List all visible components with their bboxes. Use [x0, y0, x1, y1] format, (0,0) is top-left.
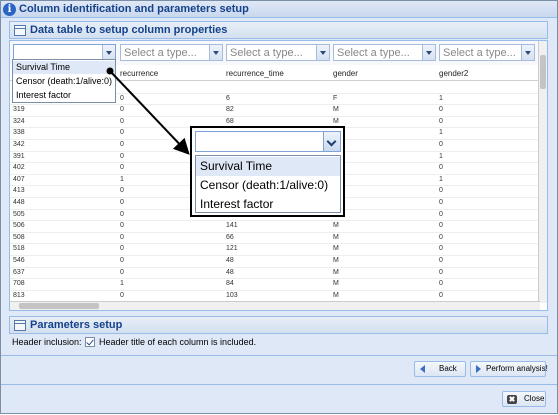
perform-analysis-label: Perform analysis!	[486, 364, 548, 373]
zoomed-option-survival-time[interactable]: Survival Time	[196, 157, 340, 176]
header-inclusion-label: Header inclusion:	[12, 337, 82, 347]
params-panel-body: Header inclusion: Header title of each c…	[9, 335, 548, 353]
perform-analysis-button[interactable]: Perform analysis!	[470, 361, 548, 377]
close-icon	[507, 395, 517, 404]
arrow-left-icon	[420, 365, 425, 373]
params-panel-header[interactable]: Parameters setup	[9, 316, 548, 334]
chevron-down-icon[interactable]	[323, 132, 340, 151]
back-button[interactable]: Back	[414, 361, 466, 377]
header-inclusion-checkbox-label[interactable]: Header title of each column is included.	[99, 337, 256, 347]
zoomed-option-censor[interactable]: Censor (death:1/alive:0)	[196, 176, 340, 195]
divider	[1, 384, 557, 385]
params-panel-title: Parameters setup	[30, 319, 123, 331]
zoomed-option-interest-factor[interactable]: Interest factor	[196, 195, 340, 214]
zoomed-combo[interactable]	[195, 131, 341, 152]
header-inclusion-checkbox[interactable]	[85, 337, 95, 347]
table-icon	[14, 320, 26, 331]
close-button[interactable]: Close	[502, 391, 546, 407]
dialog-window: i Column identification and parameters s…	[0, 0, 558, 414]
close-button-label: Close	[524, 394, 545, 403]
divider	[1, 355, 557, 356]
back-button-label: Back	[439, 364, 457, 373]
zoomed-option-list: Survival Time Censor (death:1/alive:0) I…	[195, 155, 341, 213]
zoomed-dropdown-callout: Survival Time Censor (death:1/alive:0) I…	[190, 126, 345, 217]
arrow-right-icon	[476, 365, 481, 373]
